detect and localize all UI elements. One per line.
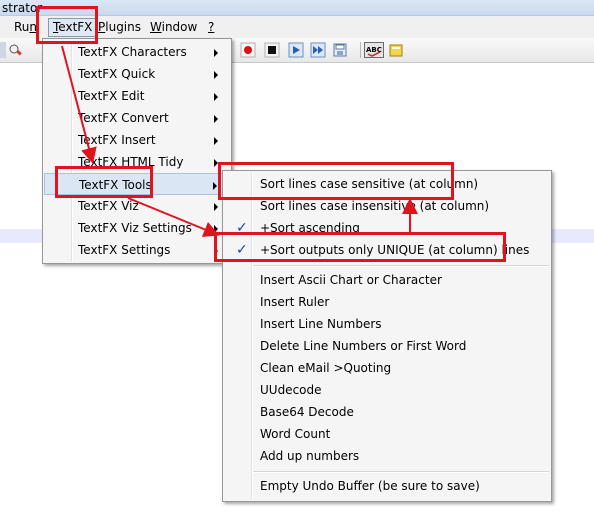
arrow-menu-to-tools — [61, 45, 97, 164]
arrow-tools-to-submenu — [127, 197, 220, 237]
annotation-arrows — [61, 45, 418, 237]
